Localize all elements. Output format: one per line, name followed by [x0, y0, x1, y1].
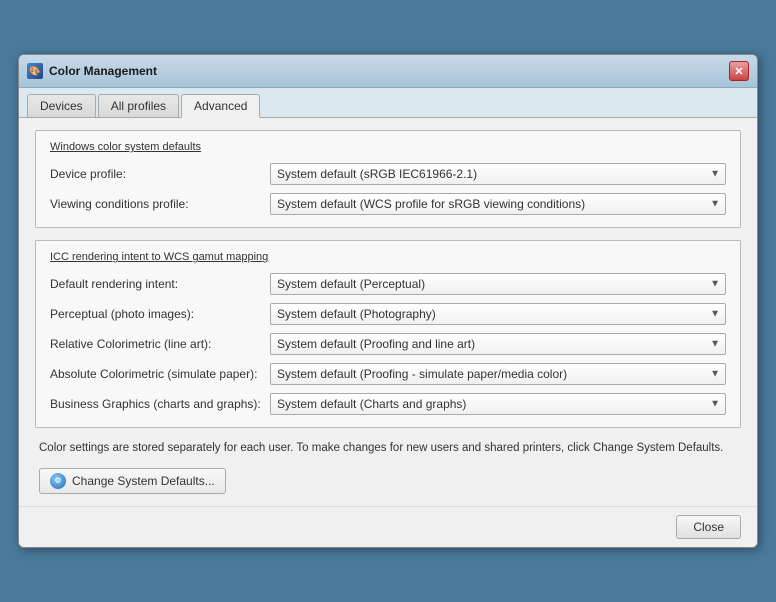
windows-defaults-title: Windows color system defaults: [50, 141, 726, 153]
tab-devices[interactable]: Devices: [27, 94, 96, 117]
device-profile-dropdown[interactable]: System default (sRGB IEC61966-2.1): [270, 163, 726, 185]
icc-section: ICC rendering intent to WCS gamut mappin…: [35, 240, 741, 428]
icc-label-4: Business Graphics (charts and graphs):: [50, 397, 270, 411]
icc-row-3: Absolute Colorimetric (simulate paper): …: [50, 363, 726, 385]
icc-dropdown-4[interactable]: System default (Charts and graphs): [270, 393, 726, 415]
viewing-conditions-dropdown-wrap: System default (WCS profile for sRGB vie…: [270, 193, 726, 215]
icc-section-title: ICC rendering intent to WCS gamut mappin…: [50, 251, 726, 263]
change-system-defaults-button[interactable]: ⚙ Change System Defaults...: [39, 468, 226, 494]
tab-allprofiles[interactable]: All profiles: [98, 94, 179, 117]
icc-row-1: Perceptual (photo images): System defaul…: [50, 303, 726, 325]
icc-dropdown-2[interactable]: System default (Proofing and line art): [270, 333, 726, 355]
icc-dropdown-wrap-1: System default (Photography) ▼: [270, 303, 726, 325]
viewing-conditions-row: Viewing conditions profile: System defau…: [50, 193, 726, 215]
icc-dropdown-wrap-2: System default (Proofing and line art) ▼: [270, 333, 726, 355]
tabs-bar: Devices All profiles Advanced: [19, 88, 757, 118]
viewing-conditions-dropdown[interactable]: System default (WCS profile for sRGB vie…: [270, 193, 726, 215]
icc-dropdown-wrap-3: System default (Proofing - simulate pape…: [270, 363, 726, 385]
icc-dropdown-wrap-0: System default (Perceptual) ▼: [270, 273, 726, 295]
icc-dropdown-3[interactable]: System default (Proofing - simulate pape…: [270, 363, 726, 385]
icc-row-0: Default rendering intent: System default…: [50, 273, 726, 295]
icc-label-3: Absolute Colorimetric (simulate paper):: [50, 367, 270, 381]
close-footer-button[interactable]: Close: [676, 515, 741, 539]
main-content: Windows color system defaults Device pro…: [19, 118, 757, 505]
icc-row-2: Relative Colorimetric (line art): System…: [50, 333, 726, 355]
app-icon: 🎨: [27, 63, 43, 79]
icc-dropdown-0[interactable]: System default (Perceptual): [270, 273, 726, 295]
icc-label-1: Perceptual (photo images):: [50, 307, 270, 321]
change-btn-label: Change System Defaults...: [72, 474, 215, 488]
tab-advanced[interactable]: Advanced: [181, 94, 260, 118]
close-button[interactable]: ✕: [729, 61, 749, 81]
titlebar: 🎨 Color Management ✕: [19, 55, 757, 88]
footer: Close: [19, 506, 757, 547]
icc-dropdown-1[interactable]: System default (Photography): [270, 303, 726, 325]
icc-row-4: Business Graphics (charts and graphs): S…: [50, 393, 726, 415]
device-profile-row: Device profile: System default (sRGB IEC…: [50, 163, 726, 185]
windows-defaults-section: Windows color system defaults Device pro…: [35, 130, 741, 228]
titlebar-left: 🎨 Color Management: [27, 63, 157, 79]
device-profile-label: Device profile:: [50, 167, 270, 181]
device-profile-dropdown-wrap: System default (sRGB IEC61966-2.1) ▼: [270, 163, 726, 185]
icc-dropdown-wrap-4: System default (Charts and graphs) ▼: [270, 393, 726, 415]
icc-label-2: Relative Colorimetric (line art):: [50, 337, 270, 351]
viewing-conditions-label: Viewing conditions profile:: [50, 197, 270, 211]
color-management-window: 🎨 Color Management ✕ Devices All profile…: [18, 54, 758, 547]
window-title: Color Management: [49, 64, 157, 78]
icc-label-0: Default rendering intent:: [50, 277, 270, 291]
change-btn-icon: ⚙: [50, 473, 66, 489]
info-text: Color settings are stored separately for…: [35, 440, 741, 457]
